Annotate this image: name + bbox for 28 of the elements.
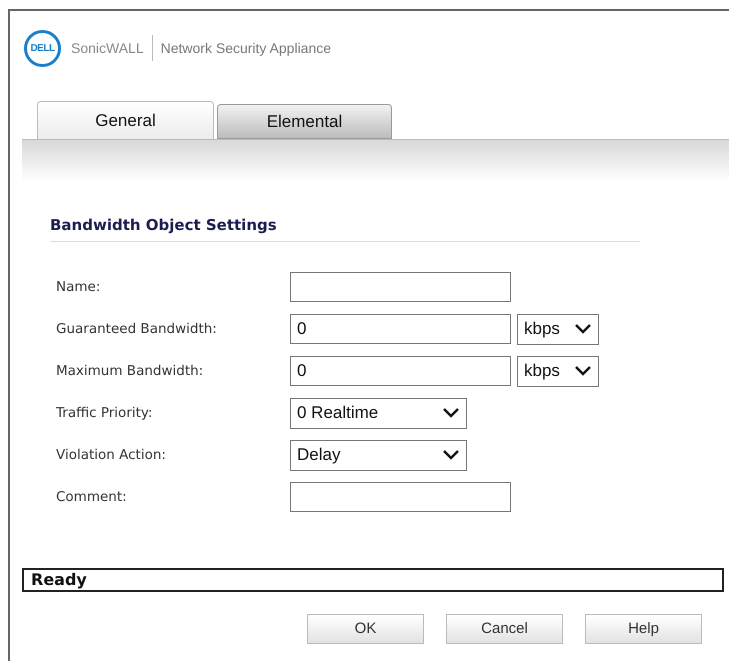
unit-dropdown[interactable]: kbps	[517, 356, 599, 386]
text-field[interactable]: 0	[290, 314, 511, 344]
tab[interactable]: Elemental	[217, 104, 392, 139]
chevron-down-icon	[574, 365, 592, 377]
tab[interactable]: General	[37, 101, 214, 139]
status-bar: Ready	[22, 568, 724, 592]
chevron-down-icon	[574, 323, 592, 335]
field-label: Guaranteed Bandwidth:	[56, 320, 218, 339]
unit-dropdown[interactable]: kbps	[517, 314, 599, 344]
field-label: Maximum Bandwidth:	[56, 362, 204, 381]
chevron-down-icon	[442, 407, 460, 419]
text-field[interactable]	[290, 272, 511, 302]
text-field[interactable]	[290, 482, 511, 512]
logo-icon: DELL	[24, 30, 61, 66]
dropdown[interactable]: Delay	[290, 440, 467, 470]
field-label: Violation Action:	[56, 446, 167, 465]
chevron-down-icon	[442, 449, 460, 461]
field-label: Traffic Priority:	[56, 404, 154, 423]
field-label: Name:	[56, 278, 102, 297]
dropdown[interactable]: 0 Realtime	[290, 398, 467, 428]
dialog-button[interactable]: Cancel	[446, 614, 563, 644]
section-title: Bandwidth Object Settings	[50, 216, 277, 234]
dialog-button[interactable]: Help	[585, 614, 702, 644]
field-label: Comment:	[56, 488, 128, 507]
brand-name: SonicWALL	[71, 38, 144, 58]
text-field[interactable]: 0	[290, 356, 511, 386]
product-name: Network Security Appliance	[160, 38, 332, 58]
dialog-button[interactable]: OK	[307, 614, 424, 644]
